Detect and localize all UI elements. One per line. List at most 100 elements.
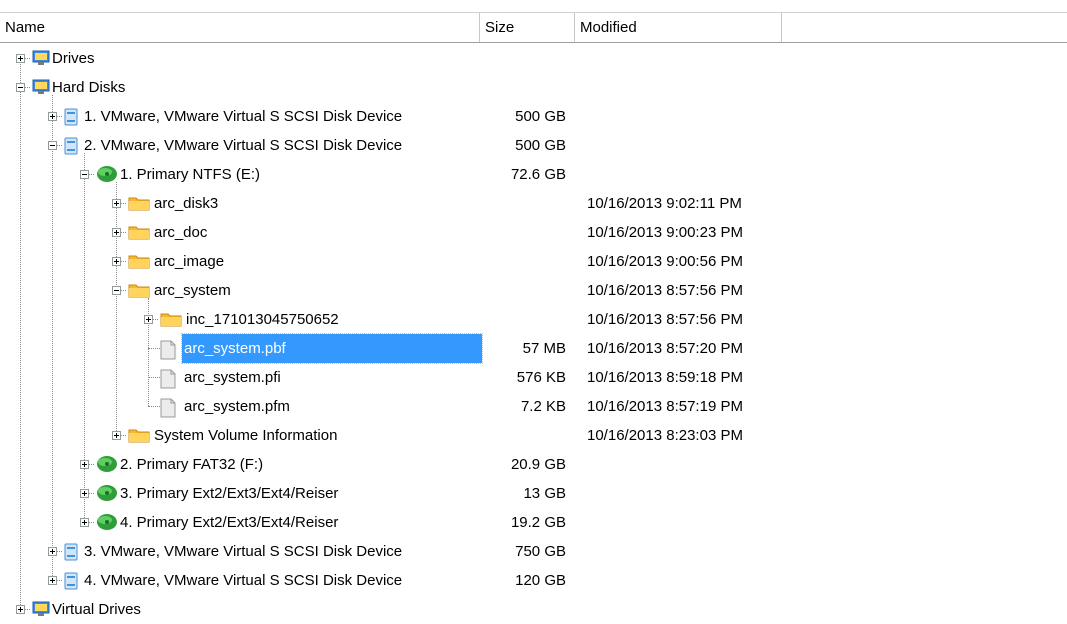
drives-icon: [32, 79, 50, 95]
tree-connector-line: [121, 261, 126, 262]
disk-icon: [64, 572, 80, 590]
row-name[interactable]: 3. Primary Ext2/Ext3/Ext4/Reiser: [118, 479, 340, 508]
expand-icon[interactable]: [80, 489, 89, 498]
row-name[interactable]: 1. VMware, VMware Virtual S SCSI Disk De…: [82, 102, 404, 131]
tree-connector-line: [57, 551, 62, 552]
row-name[interactable]: inc_171013045750652: [184, 305, 341, 334]
tree-connector-line: [89, 522, 94, 523]
row-name[interactable]: 3. VMware, VMware Virtual S SCSI Disk De…: [82, 537, 404, 566]
expand-icon[interactable]: [112, 199, 121, 208]
tree-connector-line: [25, 609, 30, 610]
row-name[interactable]: arc_image: [152, 247, 226, 276]
folder-row[interactable]: arc_system 10/16/2013 8:57:56 PM: [0, 276, 1067, 305]
collapse-icon[interactable]: [48, 141, 57, 150]
row-name[interactable]: 1. Primary NTFS (E:): [118, 160, 262, 189]
row-size: [476, 189, 566, 218]
folder-icon: [128, 427, 150, 443]
expand-icon[interactable]: [80, 518, 89, 527]
row-name[interactable]: arc_disk3: [152, 189, 220, 218]
row-size: [476, 305, 566, 334]
partition-icon: [96, 165, 117, 182]
row-name[interactable]: arc_system: [152, 276, 233, 305]
column-header: Name Size Modified: [0, 12, 1067, 43]
folder-row[interactable]: System Volume Information 10/16/2013 8:23…: [0, 421, 1067, 450]
expand-icon[interactable]: [16, 605, 25, 614]
row-name[interactable]: Drives: [50, 44, 97, 73]
row-size: [476, 421, 566, 450]
tree-row[interactable]: 2. Primary FAT32 (F:) 20.9 GB: [0, 450, 1067, 479]
row-size: [476, 218, 566, 247]
tree-connector-line: [25, 87, 30, 88]
tree-row[interactable]: Hard Disks: [0, 73, 1067, 102]
collapse-icon[interactable]: [112, 286, 121, 295]
row-name[interactable]: arc_system.pfm: [182, 392, 292, 421]
file-row[interactable]: arc_system.pbf 57 MB 10/16/2013 8:57:20 PM: [0, 333, 1067, 364]
tree-row[interactable]: 1. Primary NTFS (E:) 72.6 GB: [0, 160, 1067, 189]
tree-row[interactable]: 4. VMware, VMware Virtual S SCSI Disk De…: [0, 566, 1067, 595]
expand-icon[interactable]: [80, 460, 89, 469]
row-name[interactable]: arc_doc: [152, 218, 209, 247]
row-size: 19.2 GB: [510, 514, 566, 531]
tree-row[interactable]: 4. Primary Ext2/Ext3/Ext4/Reiser 19.2 GB: [0, 508, 1067, 537]
tree-connector-line: [121, 435, 126, 436]
tree-row[interactable]: 1. VMware, VMware Virtual S SCSI Disk De…: [0, 102, 1067, 131]
collapse-icon[interactable]: [80, 170, 89, 179]
expand-icon[interactable]: [48, 112, 57, 121]
row-size: [476, 247, 566, 276]
row-name[interactable]: System Volume Information: [152, 421, 339, 450]
row-name[interactable]: Virtual Drives: [50, 595, 143, 624]
row-size: 20.9 GB: [510, 456, 566, 473]
tree-row[interactable]: Drives: [0, 44, 1067, 73]
expand-icon[interactable]: [48, 547, 57, 556]
row-name[interactable]: Hard Disks: [50, 73, 127, 102]
expand-icon[interactable]: [112, 257, 121, 266]
tree-row[interactable]: 3. Primary Ext2/Ext3/Ext4/Reiser 13 GB: [0, 479, 1067, 508]
row-size: 576 KB: [516, 369, 566, 386]
tree-row[interactable]: 2. VMware, VMware Virtual S SCSI Disk De…: [0, 131, 1067, 160]
empty-column-header: [782, 13, 1067, 42]
row-modified: 10/16/2013 8:59:18 PM: [587, 369, 743, 386]
row-modified: 10/16/2013 8:57:20 PM: [587, 340, 743, 357]
tree-connector-line: [57, 116, 62, 117]
row-size: 500 GB: [515, 108, 566, 125]
row-name[interactable]: 2. Primary FAT32 (F:): [118, 450, 265, 479]
row-name[interactable]: arc_system.pbf: [181, 333, 483, 364]
size-column-header[interactable]: Size: [480, 13, 575, 42]
file-row[interactable]: arc_system.pfm 7.2 KB 10/16/2013 8:57:19 P…: [0, 392, 1067, 421]
file-row[interactable]: arc_system.pfi 576 KB 10/16/2013 8:59:18 P…: [0, 363, 1067, 392]
tree-row[interactable]: 3. VMware, VMware Virtual S SCSI Disk De…: [0, 537, 1067, 566]
modified-column-header[interactable]: Modified: [575, 13, 782, 42]
folder-icon: [128, 195, 150, 211]
row-name[interactable]: 4. VMware, VMware Virtual S SCSI Disk De…: [82, 566, 404, 595]
folder-icon: [128, 282, 150, 298]
collapse-icon[interactable]: [16, 83, 25, 92]
expand-icon[interactable]: [16, 54, 25, 63]
folder-row[interactable]: arc_image 10/16/2013 9:00:56 PM: [0, 247, 1067, 276]
row-modified: 10/16/2013 9:02:11 PM: [587, 195, 742, 212]
row-name[interactable]: arc_system.pfi: [182, 363, 283, 392]
row-name[interactable]: 2. VMware, VMware Virtual S SCSI Disk De…: [82, 131, 404, 160]
expand-icon[interactable]: [144, 315, 153, 324]
tree-view: Drives Hard Disks 1. VMware, VMware Virtua…: [0, 44, 1067, 618]
tree-row[interactable]: Virtual Drives: [0, 595, 1067, 624]
expand-icon[interactable]: [48, 576, 57, 585]
folder-row[interactable]: inc_171013045750652 10/16/2013 8:57:56 PM: [0, 305, 1067, 334]
name-column-header[interactable]: Name: [0, 13, 480, 42]
folder-row[interactable]: arc_doc 10/16/2013 9:00:23 PM: [0, 218, 1067, 247]
folder-icon: [128, 253, 150, 269]
tree-connector-line: [89, 493, 94, 494]
row-modified: 10/16/2013 8:57:19 PM: [587, 398, 743, 415]
partition-icon: [96, 513, 117, 530]
row-size: 7.2 KB: [520, 398, 566, 415]
tree-connector-line: [89, 464, 94, 465]
drives-icon: [32, 50, 50, 66]
tree-connector-line: [153, 319, 158, 320]
row-size: [476, 73, 566, 102]
disk-icon: [64, 137, 80, 155]
row-name[interactable]: 4. Primary Ext2/Ext3/Ext4/Reiser: [118, 508, 340, 537]
expand-icon[interactable]: [112, 228, 121, 237]
tree-connector-line: [148, 348, 160, 349]
expand-icon[interactable]: [112, 431, 121, 440]
tree-connector-line: [121, 232, 126, 233]
folder-row[interactable]: arc_disk3 10/16/2013 9:02:11 PM: [0, 189, 1067, 218]
